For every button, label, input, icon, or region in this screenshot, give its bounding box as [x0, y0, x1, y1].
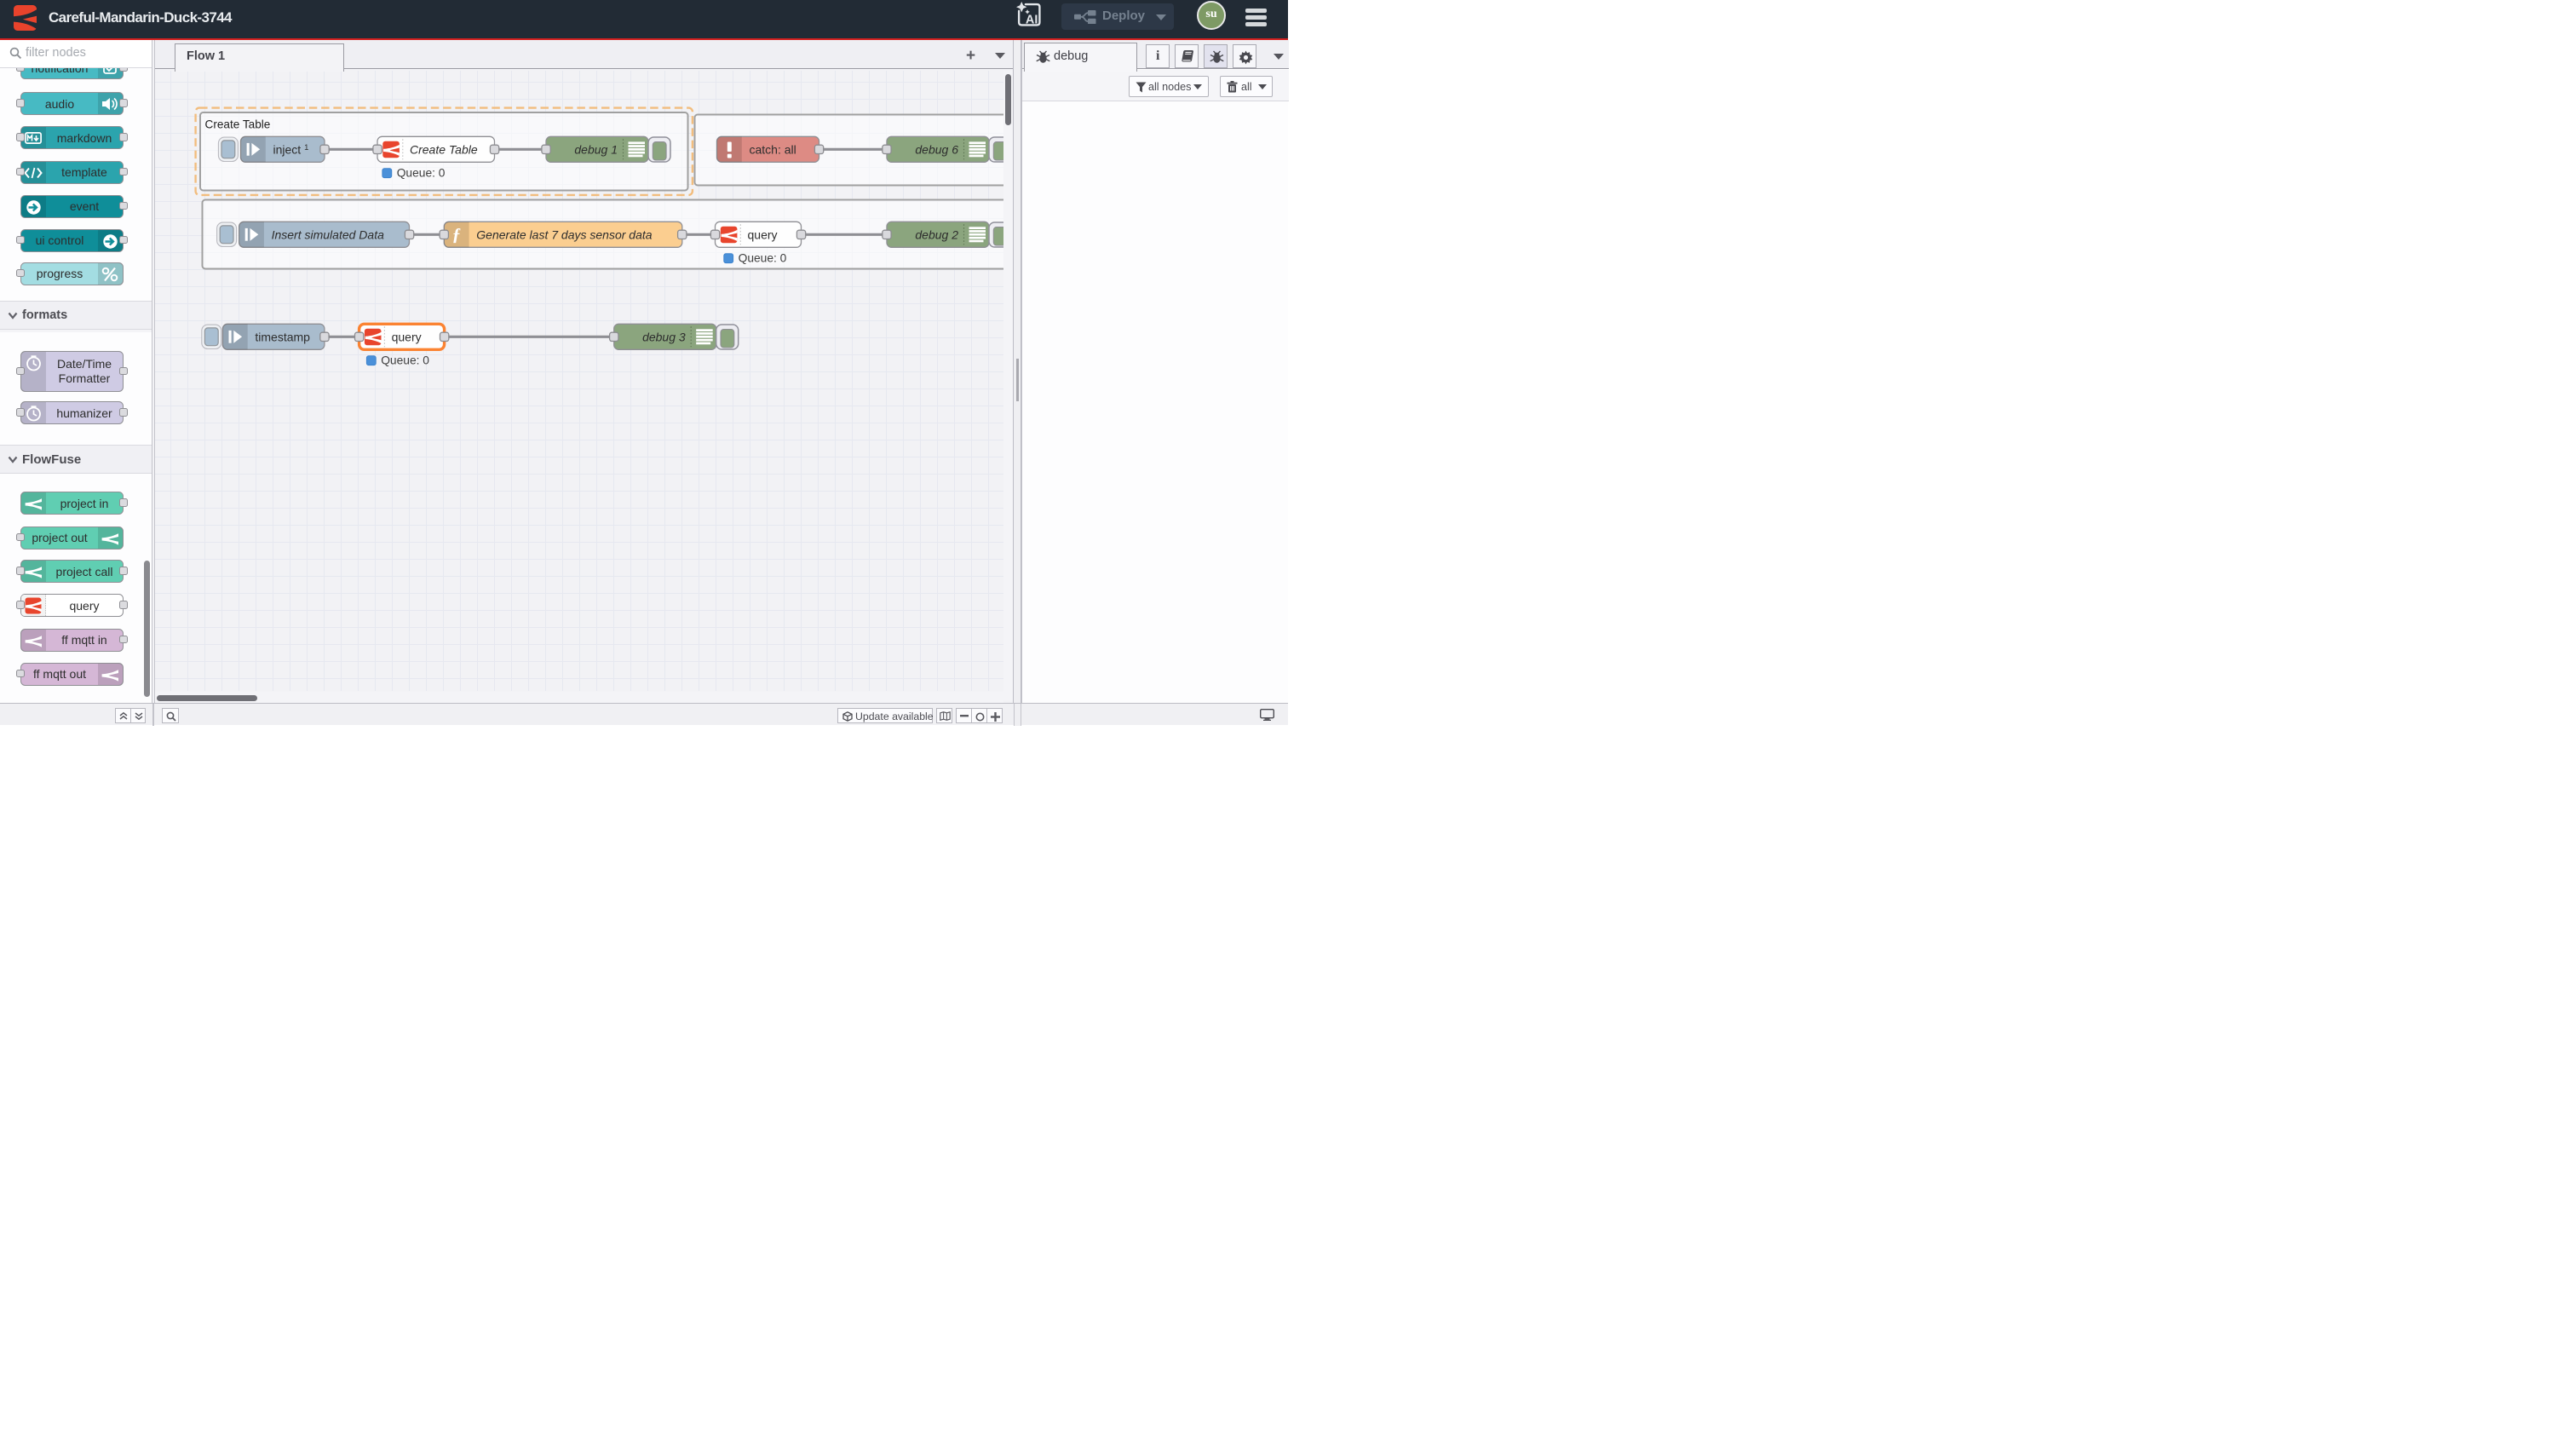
svg-text:Insert simulated Data: Insert simulated Data: [272, 227, 384, 241]
svg-text:timestamp: timestamp: [255, 330, 310, 343]
svg-text:Queue: 0: Queue: 0: [397, 167, 446, 180]
svg-text:Queue: 0: Queue: 0: [381, 354, 429, 367]
svg-text:debug 6: debug 6: [915, 142, 958, 156]
svg-text:debug 2: debug 2: [915, 227, 958, 241]
svg-text:catch: all: catch: all: [750, 142, 796, 156]
svg-text:query: query: [392, 330, 422, 343]
svg-text:AI: AI: [1026, 13, 1038, 26]
svg-text:Generate last 7 days sensor da: Generate last 7 days sensor data: [476, 227, 652, 241]
svg-text:Create Table: Create Table: [410, 142, 478, 156]
svg-text:ƒ: ƒ: [452, 224, 462, 245]
svg-text:query: query: [748, 227, 778, 241]
svg-text:debug 1: debug 1: [574, 142, 618, 156]
svg-text:Queue: 0: Queue: 0: [739, 252, 787, 265]
svg-text:Create Table: Create Table: [205, 118, 271, 131]
svg-text:debug 3: debug 3: [642, 330, 686, 343]
svg-text:inject 1: inject 1: [273, 142, 309, 156]
